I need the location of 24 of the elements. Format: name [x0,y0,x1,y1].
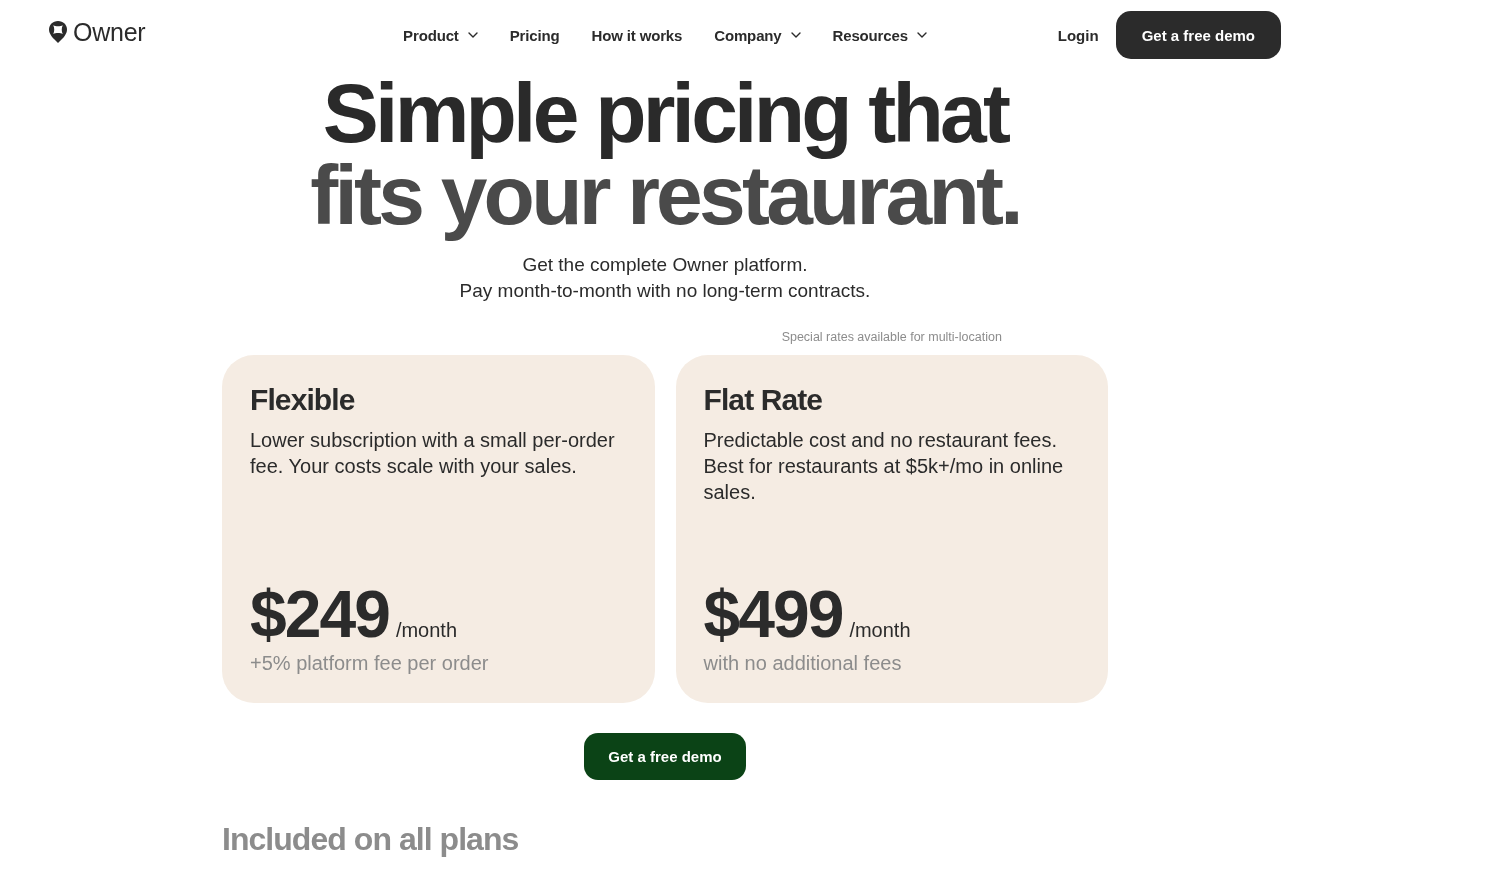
plan-name: Flexible [250,382,356,418]
plan-name: Flat Rate [703,382,824,418]
page-title: Simple pricing that fits your restaurant. [309,70,1021,244]
section-title: Included on all plans [222,820,519,858]
nav-link[interactable]: Product [403,26,478,44]
nav-link[interactable]: How it works [591,26,683,44]
price-period: /month [849,618,911,643]
logo-icon [49,21,67,43]
plan-description: Lower subscription with a small per-order fee. Your costs scale with your sales. [250,428,616,479]
login-link[interactable]: Login [1057,26,1099,44]
nav-link[interactable]: Pricing [509,26,560,44]
demo-button[interactable]: Get a free demo [584,733,746,780]
plan-price: $499 [703,581,843,647]
plans-note: Special rates available for multi-location [781,330,1002,345]
nav-link[interactable]: Resources [832,26,927,44]
hero-subtitle: Get the complete Owner platform. Pay month-to-month with no long-term contracts. [459,253,871,303]
fee-note: +5% platform fee per order [250,651,490,676]
plan-price: $249 [250,581,389,647]
logo-link[interactable]: Owner [49,17,146,47]
price-period: /month [395,618,458,643]
fee-note: with no additional fees [703,651,903,676]
plan-description: Predictable cost and no restaurant fees. Best for restaurants at $5k+/mo in online sales. [703,428,1065,505]
demo-button[interactable]: Get a free demo [1115,11,1281,59]
nav-link[interactable]: Company [714,26,801,44]
